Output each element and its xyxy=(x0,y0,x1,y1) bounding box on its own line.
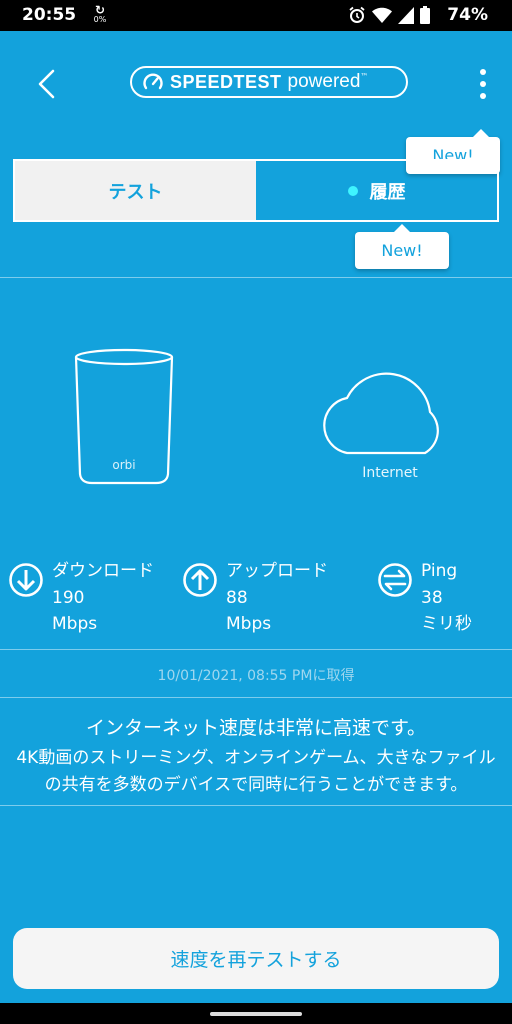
battery-percent: 74% xyxy=(447,5,488,25)
upload-value: 88 xyxy=(226,587,248,608)
home-gesture-handle[interactable] xyxy=(210,1012,302,1016)
divider xyxy=(0,649,512,650)
divider xyxy=(0,805,512,806)
brand-speedtest: SPEEDTEST xyxy=(170,71,282,92)
internet-label: Internet xyxy=(362,465,418,481)
data-saver-value: 0% xyxy=(93,15,107,24)
retest-button-label: 速度を再テストする xyxy=(170,949,342,971)
download-arrow-icon xyxy=(9,563,43,597)
router-brand-label: orbi xyxy=(112,458,135,472)
ping-arrows-icon xyxy=(378,563,412,597)
battery-icon xyxy=(420,6,430,24)
kebab-dot xyxy=(480,69,486,75)
alarm-icon xyxy=(349,6,365,23)
brand-trademark: ™ xyxy=(360,71,369,81)
divider xyxy=(0,697,512,698)
upload-metric: アップロード 88 Mbps xyxy=(182,558,328,638)
download-label: ダウンロード xyxy=(52,561,154,581)
ping-label: Ping xyxy=(421,561,458,581)
kebab-dot xyxy=(480,81,486,87)
upload-label: アップロード xyxy=(226,561,328,581)
wifi-icon xyxy=(372,7,392,23)
data-saver-indicator: ↻ 0% xyxy=(92,4,108,24)
upload-arrow-icon xyxy=(183,563,217,597)
summary-detail: 4K動画のストリーミング、オンラインゲーム、大きなファイルの共有を多数のデバイス… xyxy=(16,748,496,795)
tooltip-arrow xyxy=(473,129,489,137)
download-metric: ダウンロード 190 Mbps xyxy=(8,558,154,638)
test-timestamp: 10/01/2021, 08:55 PMに取得 xyxy=(157,668,355,684)
tooltip-arrow xyxy=(394,224,410,232)
status-time: 20:55 xyxy=(22,5,77,25)
new-indicator-dot xyxy=(347,185,358,196)
cloud-icon xyxy=(323,372,439,455)
download-value: 190 xyxy=(52,587,85,608)
status-icons xyxy=(348,6,430,24)
download-unit: Mbps xyxy=(52,614,98,634)
brand-powered: powered xyxy=(287,71,361,92)
speedometer-icon xyxy=(143,73,163,90)
more-options-icon[interactable] xyxy=(470,66,496,102)
retest-button[interactable]: 速度を再テストする xyxy=(13,928,499,989)
tab-history[interactable]: 履歴 xyxy=(256,161,497,220)
tab-history-label: 履歴 xyxy=(369,181,406,203)
tab-bar: テスト 履歴 xyxy=(13,159,499,222)
signal-icon xyxy=(398,6,414,24)
orbi-router-icon: orbi xyxy=(74,348,174,485)
history-new-tooltip[interactable]: New! xyxy=(355,224,449,269)
upload-unit: Mbps xyxy=(226,614,272,634)
speedtest-logo: SPEEDTEST powered ™ xyxy=(130,66,408,98)
ping-value: 38 xyxy=(421,587,443,608)
status-bar: 20:55 ↻ 0% 74% xyxy=(0,0,512,31)
summary-headline: インターネット速度は非常に高速です。 xyxy=(85,717,427,739)
ping-metric: Ping 38 ミリ秒 xyxy=(377,558,472,638)
ping-unit: ミリ秒 xyxy=(421,614,472,634)
app-bar: SPEEDTEST powered ™ xyxy=(0,31,512,131)
divider xyxy=(0,277,512,278)
history-new-tooltip-label: New! xyxy=(381,241,423,260)
tab-test[interactable]: テスト xyxy=(15,161,256,220)
system-nav-bar xyxy=(0,1003,512,1024)
speed-summary: インターネット速度は非常に高速です。 4K動画のストリーミング、オンラインゲーム… xyxy=(0,713,512,799)
kebab-dot xyxy=(480,93,486,99)
back-arrow-icon[interactable] xyxy=(30,67,64,101)
tab-test-label: テスト xyxy=(108,181,163,203)
